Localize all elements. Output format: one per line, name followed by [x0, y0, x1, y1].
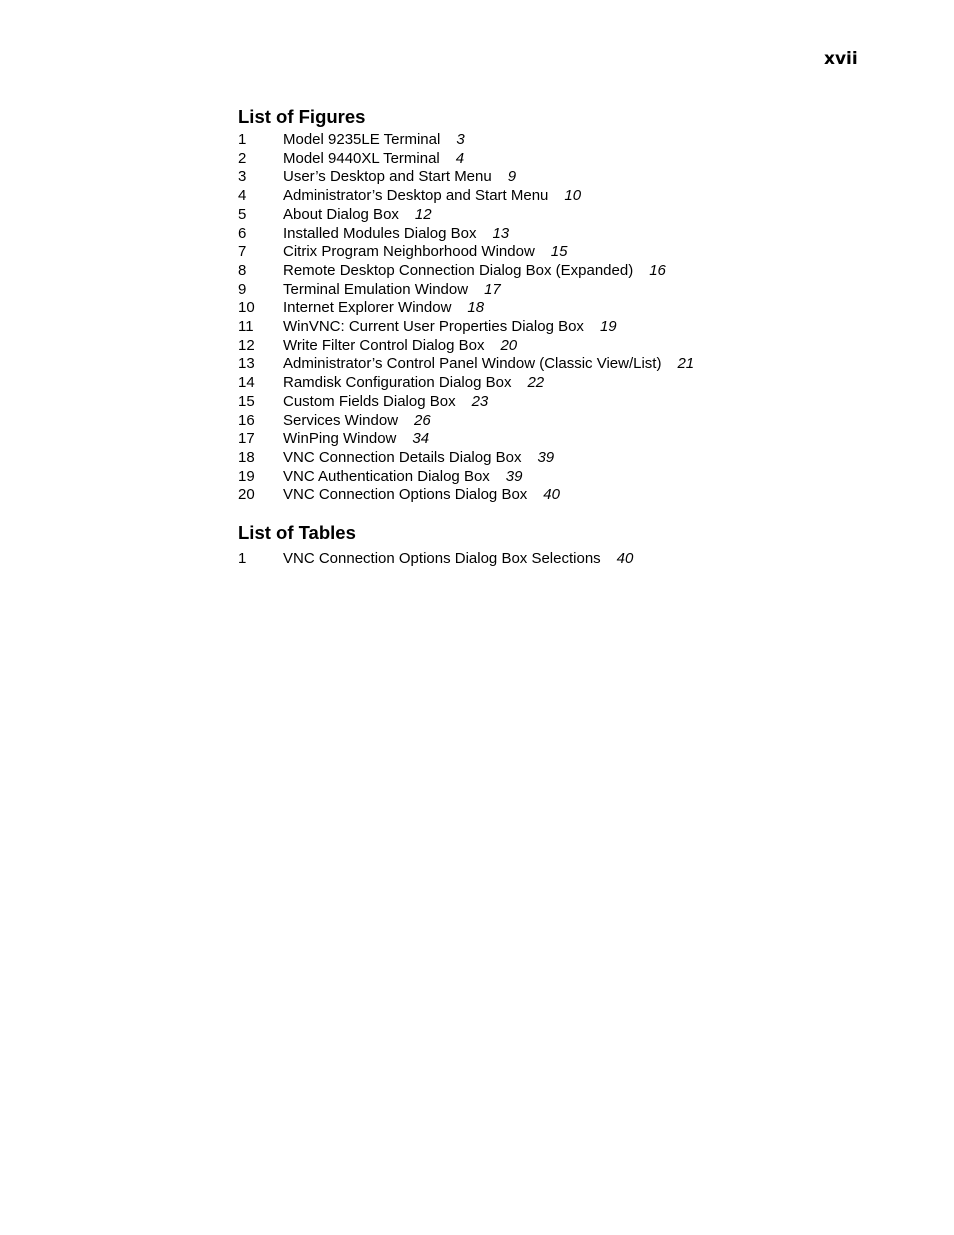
entry-number: 1: [238, 550, 247, 567]
entry-title: VNC Authentication Dialog Box: [283, 467, 490, 485]
entry-page: 34: [412, 430, 430, 448]
entry-page: 16: [649, 261, 666, 279]
entry-number: 3: [238, 168, 247, 186]
entry-title: WinVNC: Current User Properties Dialog B…: [283, 318, 584, 336]
entry-title: WinPing Window: [283, 430, 397, 448]
entry-number: 4: [238, 187, 247, 205]
entry-page: 39: [537, 448, 555, 466]
entry-number: 7: [238, 243, 247, 261]
entry-number: 13: [238, 355, 255, 373]
entry-title: VNC Connection Details Dialog Box: [283, 448, 522, 466]
entry-number: 12: [238, 336, 255, 354]
figure-entry[interactable]: 3 User’s Desktop and Start Menu 9: [238, 168, 694, 187]
entry-title: Write Filter Control Dialog Box: [283, 336, 485, 354]
figure-entry[interactable]: 6 Installed Modules Dialog Box 13: [238, 225, 694, 244]
entry-number: 6: [238, 224, 247, 242]
entry-page: 13: [492, 224, 510, 242]
entry-page: 15: [550, 243, 568, 261]
entry-page: 3: [456, 131, 465, 148]
figures-list: 1 Model 9235LE Terminal 3 2 Model 9440XL Ter…: [238, 131, 694, 505]
entry-number: 10: [238, 299, 255, 317]
figure-entry[interactable]: 10 Internet Explorer Window 18: [238, 299, 694, 318]
entry-title: Model 9235LE Terminal: [283, 131, 441, 148]
entry-number: 20: [238, 486, 255, 504]
entry-number: 1: [238, 131, 247, 148]
list-of-figures-heading: List of Figures: [238, 106, 366, 127]
list-of-figures: List of Figures 1 Model 9235LE Terminal 3 2…: [238, 106, 694, 505]
figure-entry[interactable]: 15 Custom Fields Dialog Box 23: [238, 393, 694, 412]
entry-number: 16: [238, 411, 255, 429]
figure-entry[interactable]: 20 VNC Connection Options Dialog Box 40: [238, 486, 694, 505]
entry-number: 11: [238, 318, 254, 336]
entry-number: 9: [238, 280, 247, 298]
entry-title: User’s Desktop and Start Menu: [283, 168, 492, 186]
entry-page: 9: [507, 168, 517, 186]
entry-title: VNC Connection Options Dialog Box: [283, 486, 528, 504]
entry-page: 20: [500, 336, 518, 354]
entry-page: 22: [527, 374, 545, 392]
entry-number: 2: [238, 149, 247, 167]
entry-title: Installed Modules Dialog Box: [283, 224, 477, 242]
list-of-tables-heading: List of Tables: [238, 522, 356, 543]
figure-entry[interactable]: 7 Citrix Program Neighborhood Window 15: [238, 243, 694, 262]
entry-page: 26: [414, 411, 431, 429]
entry-page: 4: [455, 149, 465, 167]
entry-title: Services Window: [283, 411, 399, 429]
figure-entry[interactable]: 13 Administrator’s Control Panel Window (…: [238, 355, 694, 374]
list-of-tables: List of Tables 1 VNC Connection Options D…: [238, 522, 633, 569]
figure-entry[interactable]: 19 VNC Authentication Dialog Box 39: [238, 468, 694, 487]
entry-title: Remote Desktop Connection Dialog Box (Ex…: [283, 261, 634, 279]
figure-entry[interactable]: 12 Write Filter Control Dialog Box 20: [238, 337, 694, 356]
entry-title: Model 9440XL Terminal: [283, 149, 440, 167]
entry-number: 14: [238, 374, 255, 392]
figure-entry[interactable]: 5 About Dialog Box 12: [238, 206, 694, 225]
figure-entry[interactable]: 11 WinVNC: Current User Properties Dialog…: [238, 318, 694, 337]
entry-number: 18: [238, 448, 255, 466]
figure-entry[interactable]: 17 WinPing Window 34: [238, 430, 694, 449]
table-entry[interactable]: 1 VNC Connection Options Dialog Box Selec…: [238, 550, 633, 569]
entry-title: Administrator’s Desktop and Start Menu: [283, 187, 549, 205]
entry-page: 10: [564, 187, 582, 205]
figure-entry[interactable]: 16 Services Window 26: [238, 412, 694, 431]
entry-page: 19: [599, 318, 617, 336]
figure-entry[interactable]: 1 Model 9235LE Terminal 3: [238, 131, 694, 150]
entry-page: 18: [467, 299, 485, 317]
entry-number: 19: [238, 467, 255, 485]
entry-number: 17: [238, 430, 255, 448]
entry-title: About Dialog Box: [283, 205, 399, 223]
entry-page: 39: [505, 467, 523, 485]
entry-page: 21: [677, 355, 695, 373]
figure-entry[interactable]: 9 Terminal Emulation Window 17: [238, 281, 694, 300]
figure-entry[interactable]: 2 Model 9440XL Terminal 4: [238, 150, 694, 169]
figure-entry[interactable]: 4 Administrator’s Desktop and Start Menu 1…: [238, 187, 694, 206]
entry-page: 17: [484, 280, 501, 298]
entry-number: 15: [238, 392, 255, 410]
entry-title: Ramdisk Configuration Dialog Box: [283, 374, 512, 392]
entry-page: 40: [616, 550, 634, 567]
page-number: xvii: [824, 49, 858, 69]
entry-title: Custom Fields Dialog Box: [283, 392, 456, 410]
entry-title: Administrator’s Control Panel Window (Cl…: [283, 355, 662, 373]
tables-list: 1 VNC Connection Options Dialog Box Selec…: [238, 550, 633, 569]
entry-title: Internet Explorer Window: [283, 299, 452, 317]
figure-entry[interactable]: 18 VNC Connection Details Dialog Box 39: [238, 449, 694, 468]
entry-page: 12: [414, 205, 432, 223]
entry-title: Terminal Emulation Window: [283, 280, 469, 298]
figure-entry[interactable]: 8 Remote Desktop Connection Dialog Box (E…: [238, 262, 694, 281]
entry-title: VNC Connection Options Dialog Box Select…: [283, 550, 601, 567]
figure-entry[interactable]: 14 Ramdisk Configuration Dialog Box 22: [238, 374, 694, 393]
entry-number: 8: [238, 261, 247, 279]
entry-page: 23: [471, 392, 489, 410]
entry-title: Citrix Program Neighborhood Window: [283, 243, 535, 261]
entry-page: 40: [543, 486, 560, 504]
entry-number: 5: [238, 205, 247, 223]
